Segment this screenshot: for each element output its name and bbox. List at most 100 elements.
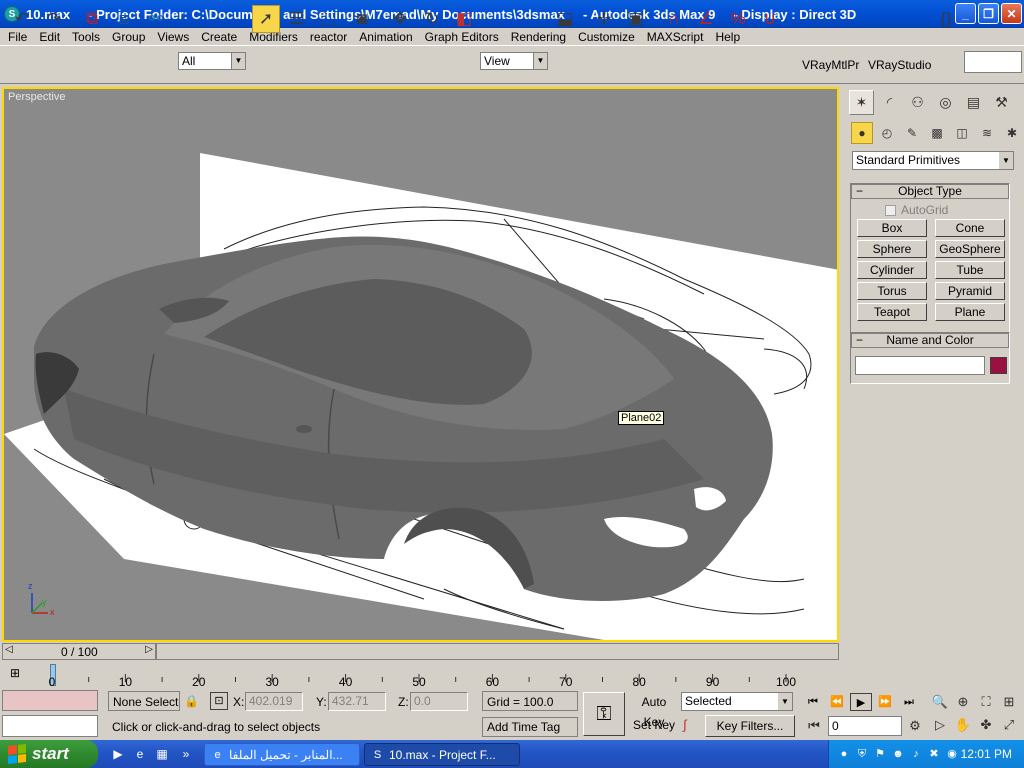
media-player-icon[interactable]: ▶ (110, 746, 126, 762)
set-keys-icon[interactable]: ⚿ (583, 692, 625, 736)
previous-frame-icon[interactable]: ⏪ (826, 693, 848, 711)
named-selection-field[interactable] (964, 51, 1022, 73)
absolute-mode-icon[interactable]: ⊡ (210, 692, 228, 710)
time-slider-track[interactable] (156, 643, 839, 660)
helpers-icon[interactable]: ◫ (951, 122, 973, 144)
close-button[interactable]: ✕ (1001, 3, 1022, 24)
zoom-icon[interactable]: 🔍 (930, 692, 950, 712)
select-scale-icon[interactable]: ◧ (450, 5, 478, 33)
tray-messenger-icon[interactable]: ☻ (891, 747, 905, 761)
add-time-tag-button[interactable]: Add Time Tag (482, 717, 578, 737)
ie-quicklaunch-icon[interactable]: e (132, 746, 148, 762)
select-move-icon[interactable]: ✥ (386, 5, 414, 33)
display-tab-icon[interactable]: ▤ (961, 90, 986, 115)
z-coordinate-field[interactable]: 0.0 (410, 692, 468, 711)
time-slider-prev-icon[interactable]: ◁ (5, 644, 13, 655)
category-dropdown[interactable]: Standard Primitives ▼ (852, 151, 1014, 170)
snaps-toggle-icon[interactable]: ∩ (660, 5, 688, 33)
percent-snap-icon[interactable]: % (724, 5, 752, 33)
box-button[interactable]: Box (857, 219, 927, 237)
hierarchy-tab-icon[interactable]: ⚇ (905, 90, 930, 115)
key-filters-button[interactable]: Key Filters... (705, 715, 795, 737)
go-to-start-icon[interactable]: ⏮ (802, 693, 824, 711)
plane-button[interactable]: Plane (935, 303, 1005, 321)
y-coordinate-field[interactable]: 432.71 (328, 692, 386, 711)
lock-selection-icon[interactable]: 🔒 (184, 694, 199, 708)
viewport-label[interactable]: Perspective (8, 91, 65, 103)
tray-update-icon[interactable]: ◉ (945, 747, 959, 761)
create-tab-icon[interactable]: ✶ (849, 90, 874, 115)
utilities-tab-icon[interactable]: ⚒ (989, 90, 1014, 115)
select-object-icon[interactable]: ➚ (252, 5, 280, 33)
zoom-extents-icon[interactable]: ⛶ (976, 692, 996, 712)
perspective-viewport[interactable]: Perspective Plane02 z y x (2, 87, 839, 642)
torus-button[interactable]: Torus (857, 282, 927, 300)
vray-mtl-button[interactable]: VRayMtlPr (802, 58, 859, 72)
x-coordinate-field[interactable]: 402.019 (245, 692, 303, 711)
maximize-button[interactable]: ❐ (978, 3, 999, 24)
select-rotate-icon[interactable]: ↻ (418, 5, 446, 33)
window-crossing-icon[interactable]: ◙ (348, 5, 376, 33)
tray-network-icon[interactable]: ● (837, 747, 851, 761)
maximize-viewport-icon[interactable]: ⤢ (999, 715, 1019, 735)
shapes-icon[interactable]: ◴ (876, 122, 898, 144)
geosphere-button[interactable]: GeoSphere (935, 240, 1005, 258)
pyramid-button[interactable]: Pyramid (935, 282, 1005, 300)
spinner-snap-icon[interactable]: ∪ (756, 5, 784, 33)
time-slider-next-icon[interactable]: ▷ (145, 644, 153, 655)
taskbar-item-3dsmax[interactable]: S 10.max - Project F... (364, 743, 520, 766)
show-desktop-icon[interactable]: ▦ (154, 746, 170, 762)
geometry-icon[interactable]: ● (851, 122, 873, 144)
quicklaunch-more-icon[interactable]: » (178, 746, 194, 762)
angle-snap-icon[interactable]: ∠ (692, 5, 720, 33)
zoom-extents-all-icon[interactable]: ⊞ (999, 692, 1019, 712)
modify-tab-icon[interactable]: ◜ (877, 90, 902, 115)
cone-button[interactable]: Cone (935, 219, 1005, 237)
object-type-header[interactable]: − Object Type (851, 184, 1009, 199)
object-name-field[interactable] (855, 356, 985, 375)
taskbar-item-browser[interactable]: e المنابر - تحميل الملفا... (204, 743, 360, 766)
pan-view-icon[interactable]: ✋ (953, 715, 973, 735)
tray-security-icon[interactable]: ⛨ (855, 747, 869, 761)
tray-volume-icon[interactable]: ♪ (909, 747, 923, 761)
tray-flag-icon[interactable]: ⚑ (873, 747, 887, 761)
zoom-all-icon[interactable]: ⊕ (953, 692, 973, 712)
next-frame-icon[interactable]: ⏩ (874, 693, 896, 711)
lights-icon[interactable]: ✎ (901, 122, 923, 144)
default-in-out-tangent-icon[interactable]: ∫ (683, 717, 687, 732)
menu-create[interactable]: Create (195, 30, 243, 44)
link-icon[interactable]: ⧉ (78, 5, 106, 33)
abc-tool-icon[interactable]: {} (932, 5, 960, 33)
selection-filter-dropdown[interactable]: All ▼ (178, 52, 246, 70)
motion-tab-icon[interactable]: ◎ (933, 90, 958, 115)
vray-studio-button[interactable]: VRayStudio (868, 58, 931, 72)
go-to-end-icon[interactable]: ⏭ (898, 693, 920, 711)
teapot-button[interactable]: Teapot (857, 303, 927, 321)
key-mode-toggle-icon[interactable]: ⏮ (804, 716, 824, 736)
arc-rotate-icon[interactable]: ✤ (976, 715, 996, 735)
object-color-swatch[interactable] (990, 357, 1007, 374)
autogrid-checkbox[interactable]: AutoGrid (885, 203, 948, 217)
start-button[interactable]: start (0, 740, 98, 768)
space-warps-icon[interactable]: ≋ (976, 122, 998, 144)
field-of-view-icon[interactable]: ▷ (930, 715, 950, 735)
current-frame-field[interactable]: 0 (828, 716, 902, 736)
select-by-name-icon[interactable]: ☰ (283, 5, 311, 33)
rectangular-selection-icon[interactable]: ⬚ (314, 5, 342, 33)
unlink-icon[interactable]: ⧈ (110, 5, 138, 33)
time-configuration-icon[interactable]: ⚙ (905, 716, 925, 736)
bind-space-warp-icon[interactable]: ⚯ (142, 5, 170, 33)
maxscript-listener-bottom[interactable] (2, 715, 98, 737)
sphere-button[interactable]: Sphere (857, 240, 927, 258)
time-slider[interactable]: ◁ 0 / 100 ▷ (2, 643, 156, 660)
reference-coord-dropdown[interactable]: View ▼ (480, 52, 548, 70)
keyboard-shortcut-override-icon[interactable]: ▣ (622, 5, 650, 33)
redo-icon[interactable]: ↷ (40, 5, 68, 33)
undo-icon[interactable]: ↶ (8, 5, 36, 33)
use-pivot-center-icon[interactable]: ⬓ (551, 5, 579, 33)
open-mini-curve-editor-icon[interactable]: ⊞ (10, 666, 32, 684)
tray-antivirus-icon[interactable]: ✖ (927, 747, 941, 761)
set-key-button[interactable]: Set Key (630, 715, 678, 735)
systems-icon[interactable]: ✱ (1001, 122, 1023, 144)
name-color-header[interactable]: − Name and Color (851, 333, 1009, 348)
